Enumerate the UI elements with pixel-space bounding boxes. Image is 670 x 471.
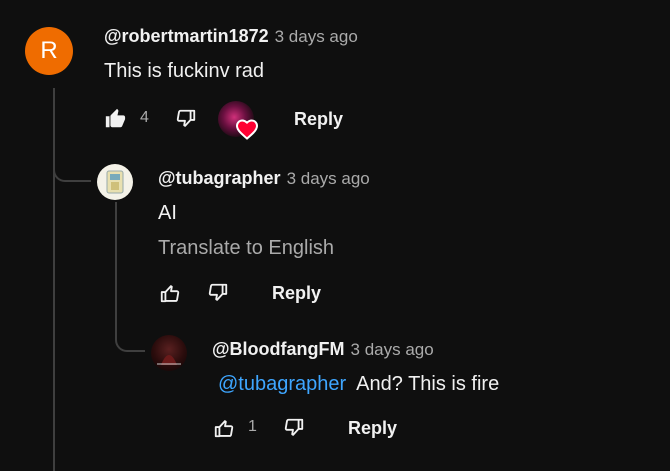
- avatar-image: [106, 170, 124, 194]
- comment-header: @tubagrapher 3 days ago: [158, 168, 370, 189]
- like-button[interactable]: [158, 281, 182, 305]
- avatar-letter: R: [40, 37, 58, 64]
- dislike-button[interactable]: [174, 107, 198, 131]
- reply-button[interactable]: Reply: [348, 418, 397, 439]
- comment-time[interactable]: 3 days ago: [287, 169, 370, 188]
- thread-line-sub: [115, 202, 117, 332]
- creator-heart-badge[interactable]: [218, 101, 259, 140]
- like-count: 4: [140, 109, 149, 126]
- dislike-button[interactable]: [206, 281, 230, 305]
- reply-button[interactable]: Reply: [272, 283, 321, 304]
- thread-line-main: [53, 88, 55, 471]
- avatar[interactable]: [97, 164, 133, 200]
- avatar[interactable]: R: [25, 27, 73, 75]
- thumbs-down-icon: [284, 418, 304, 436]
- comment-header: @robertmartin1872 3 days ago: [104, 26, 358, 47]
- like-button[interactable]: [103, 107, 127, 131]
- author-handle[interactable]: @tubagrapher: [158, 168, 281, 188]
- reply-button[interactable]: Reply: [294, 109, 343, 130]
- comment-header: @BloodfangFM 3 days ago: [212, 339, 434, 360]
- thumbs-up-icon: [160, 285, 180, 303]
- thread-branch-1: [53, 160, 91, 182]
- thread-branch-2: [115, 328, 145, 352]
- translate-link[interactable]: Translate to English: [158, 237, 334, 260]
- like-count: 1: [248, 418, 257, 435]
- author-handle[interactable]: @BloodfangFM: [212, 339, 345, 359]
- heart-icon: [235, 119, 259, 140]
- comment-time[interactable]: 3 days ago: [275, 27, 358, 46]
- avatar[interactable]: [151, 335, 187, 371]
- thumbs-up-icon: [214, 420, 234, 438]
- thumbs-down-icon: [208, 283, 228, 301]
- comment-text-row: @tubagrapher And? This is fire: [218, 373, 499, 396]
- mention-link[interactable]: @tubagrapher: [218, 373, 346, 395]
- thumbs-down-icon: [176, 109, 196, 127]
- dislike-button[interactable]: [282, 416, 306, 440]
- comment-time[interactable]: 3 days ago: [351, 340, 434, 359]
- like-button[interactable]: [212, 416, 236, 440]
- thumbs-up-filled-icon: [105, 108, 126, 128]
- comment-text: And? This is fire: [356, 373, 500, 395]
- comment-text: This is fuckinv rad: [104, 60, 265, 82]
- author-handle[interactable]: @robertmartin1872: [104, 26, 269, 46]
- comment-text: AI: [158, 202, 177, 224]
- avatar-image: [157, 355, 181, 365]
